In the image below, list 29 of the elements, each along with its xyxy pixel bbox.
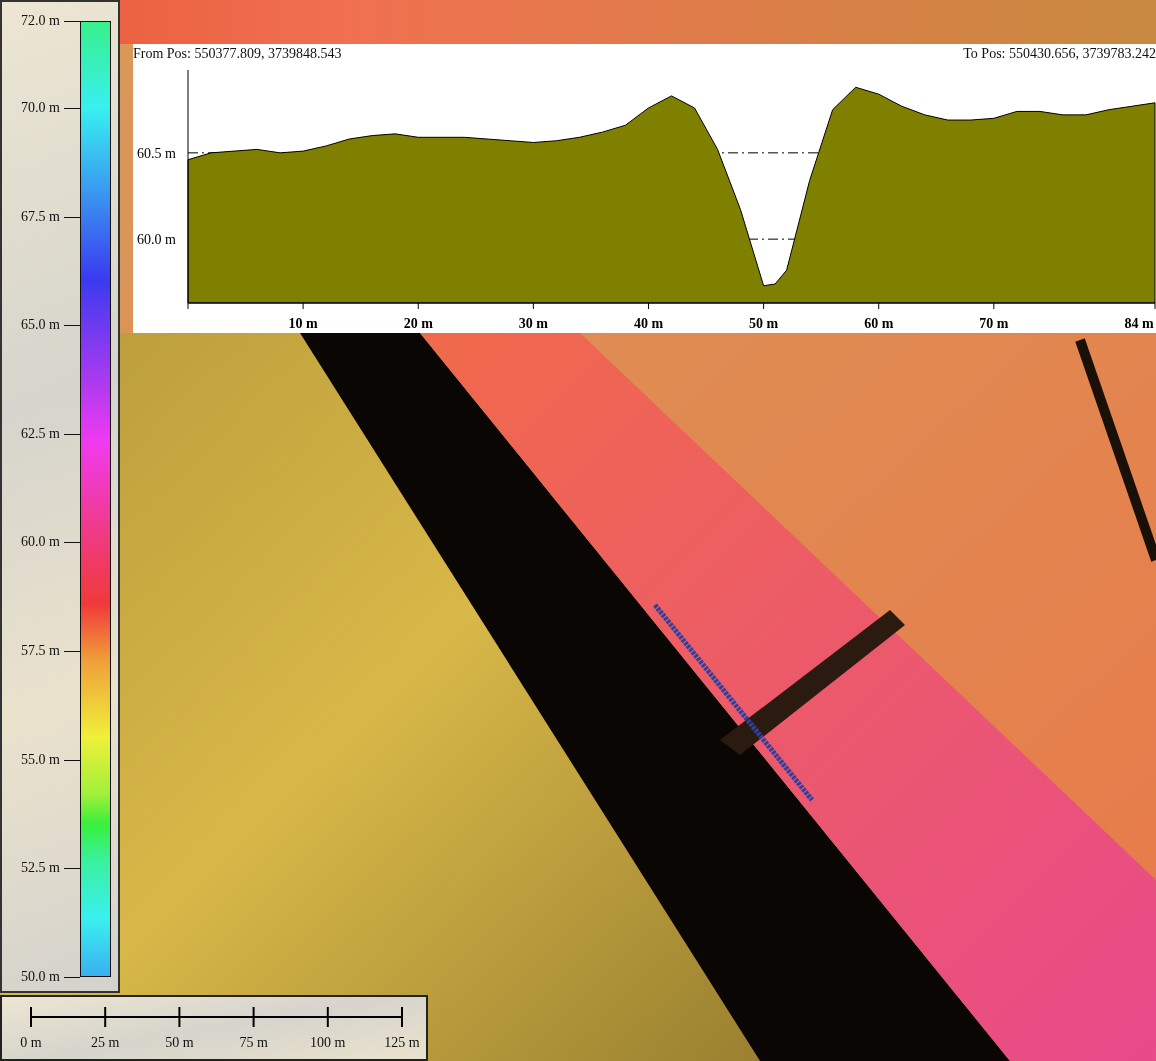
x-axis-label: 10 m bbox=[288, 316, 318, 331]
scale-label: 50.0 m bbox=[20, 969, 60, 985]
scale-label: 72.0 m bbox=[20, 13, 60, 29]
scale-label: 55.0 m bbox=[20, 751, 60, 768]
x-axis-label: 70 m bbox=[979, 316, 1009, 331]
profile-line[interactable] bbox=[653, 603, 814, 802]
scale-bar-label: 100 m bbox=[310, 1035, 346, 1051]
x-axis-label: 50 m bbox=[749, 316, 779, 331]
scale-label: 52.5 m bbox=[20, 860, 60, 877]
x-axis-label: 40 m bbox=[633, 316, 664, 331]
x-axis-label: 20 m bbox=[403, 316, 433, 331]
from-position: From Pos: 550377.809, 3739848.543 bbox=[133, 46, 342, 62]
scale-bar-label: 75 m bbox=[239, 1035, 268, 1051]
scale-label: 60.0 m bbox=[20, 534, 60, 551]
y-axis-label: 60.0 m bbox=[137, 232, 176, 248]
scale-label: 65.0 m bbox=[20, 317, 60, 334]
x-axis-label: 84 m bbox=[1124, 316, 1154, 331]
x-axis-label: 60 m bbox=[864, 316, 894, 331]
scale-label: 62.5 m bbox=[20, 425, 60, 442]
scale-bar-label: 0 m bbox=[20, 1035, 42, 1051]
y-axis-label: 60.5 m bbox=[137, 145, 176, 161]
scale-bar-label: 125 m bbox=[384, 1035, 420, 1051]
scale-bar-label: 50 m bbox=[165, 1035, 194, 1051]
scale-label: 67.5 m bbox=[20, 208, 60, 225]
scale-label: 70.0 m bbox=[20, 99, 60, 116]
x-axis-label: 30 m bbox=[518, 316, 548, 331]
scale-label: 57.5 m bbox=[20, 643, 60, 660]
to-position: To Pos: 550430.656, 3739783.242 bbox=[963, 46, 1156, 62]
scale-bar-label: 25 m bbox=[91, 1035, 120, 1051]
